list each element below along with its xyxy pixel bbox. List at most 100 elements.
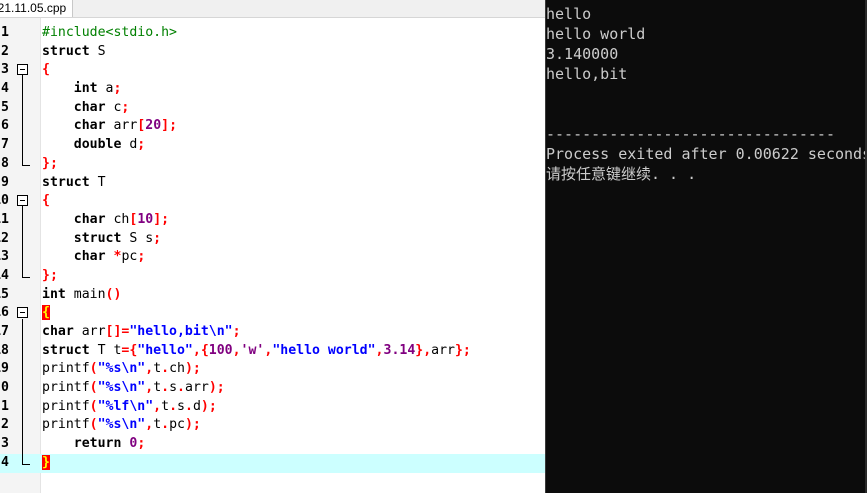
- line-number: 24: [0, 454, 9, 470]
- code-line[interactable]: 15 int main(): [0, 286, 545, 305]
- code-token: pc: [169, 417, 185, 433]
- code-line[interactable]: 19 printf("%s\n",t.ch);: [0, 360, 545, 379]
- code-token: (: [89, 361, 98, 377]
- code-token: "%lf\n": [97, 398, 154, 414]
- code-token: ];: [161, 118, 178, 134]
- code-line[interactable]: 16 {: [0, 304, 545, 323]
- code-token: ,: [375, 342, 384, 358]
- code-line[interactable]: 9 struct T: [0, 174, 545, 193]
- code-token: .: [161, 361, 170, 377]
- code-text: {: [42, 61, 50, 80]
- code-token: );: [208, 380, 225, 396]
- code-token: 20: [145, 118, 162, 134]
- code-text: char arr[]="hello,bit\n";: [42, 323, 241, 342]
- code-text: printf("%s\n",t.s.arr);: [42, 379, 225, 398]
- code-text: char ch[10];: [42, 211, 169, 230]
- console-line: 请按任意键继续. . .: [546, 165, 697, 183]
- console-line: hello,bit: [546, 65, 628, 83]
- code-line[interactable]: 3{: [0, 61, 545, 80]
- code-line[interactable]: 21printf("%lf\n",t.s.d);: [0, 398, 545, 417]
- console-output: hello hello world 3.140000 hello,bit -------…: [546, 4, 867, 184]
- code-token: arr: [105, 118, 138, 134]
- code-token: main: [65, 286, 106, 302]
- code-line[interactable]: 12 struct S s;: [0, 230, 545, 249]
- code-token: t: [153, 380, 162, 396]
- code-token: 3.14: [383, 342, 416, 358]
- code-line[interactable]: 14};: [0, 267, 545, 286]
- code-line[interactable]: 24}: [0, 453, 545, 473]
- line-number: 19: [0, 361, 9, 377]
- code-token: ];: [153, 211, 170, 227]
- fold-collapse-icon[interactable]: [17, 64, 28, 76]
- code-token: {: [42, 193, 50, 209]
- code-token: ,: [153, 398, 162, 414]
- code-token: 100: [208, 342, 233, 358]
- code-editor[interactable]: 021.11.05.cpp 1 #include<stdio.h> 2 struct …: [0, 0, 545, 493]
- code-token: 10: [137, 211, 154, 227]
- code-line[interactable]: 7 double d;: [0, 136, 545, 155]
- code-line[interactable]: 8};: [0, 155, 545, 174]
- line-number: 22: [0, 417, 9, 433]
- code-line[interactable]: 23 return 0;: [0, 435, 545, 454]
- code-line[interactable]: 11 char ch[10];: [0, 211, 545, 230]
- editor-tab-bar: 021.11.05.cpp: [0, 0, 545, 18]
- code-token: t: [153, 361, 162, 377]
- line-number: 23: [0, 436, 9, 452]
- line-number: 15: [0, 286, 9, 302]
- code-line[interactable]: 20 printf("%s\n",t.s.arr);: [0, 379, 545, 398]
- fold-collapse-icon[interactable]: [17, 307, 28, 319]
- code-line[interactable]: 17 char arr[]="hello,bit\n";: [0, 323, 545, 342]
- code-line[interactable]: 18struct T t={"hello",{100,'w',"hello wo…: [0, 342, 545, 361]
- code-token: struct: [42, 43, 90, 59]
- code-line[interactable]: 1 #include<stdio.h>: [0, 24, 545, 43]
- code-text: }: [42, 454, 50, 473]
- line-number: 18: [0, 342, 9, 358]
- code-line[interactable]: 5 char c;: [0, 99, 545, 118]
- code-token: };: [454, 342, 471, 358]
- code-line[interactable]: 10 {: [0, 192, 545, 211]
- code-token: char: [42, 99, 106, 115]
- line-number: 2: [1, 43, 9, 59]
- code-token: char: [42, 118, 106, 134]
- code-text: {: [42, 304, 50, 323]
- code-token: s: [169, 380, 178, 396]
- code-line[interactable]: 22 printf("%s\n",t.pc);: [0, 416, 545, 435]
- code-line[interactable]: 13 char *pc;: [0, 248, 545, 267]
- code-token: 'w': [240, 342, 265, 358]
- code-token: s: [177, 398, 185, 414]
- code-token: struct: [42, 230, 122, 246]
- code-token: ;: [137, 436, 146, 452]
- code-line[interactable]: 6 char arr[20];: [0, 117, 545, 136]
- code-text: printf("%s\n",t.pc);: [42, 416, 201, 435]
- code-line[interactable]: 2 struct S: [0, 43, 545, 62]
- line-number: 16: [0, 305, 9, 321]
- code-token: printf: [42, 417, 90, 433]
- file-tab[interactable]: 021.11.05.cpp: [0, 0, 74, 17]
- code-token: int: [42, 81, 98, 97]
- code-token: t: [153, 417, 162, 433]
- code-token: char: [42, 324, 74, 339]
- console-window[interactable]: hello hello world 3.140000 hello,bit -------…: [545, 0, 867, 493]
- code-area[interactable]: 1 #include<stdio.h> 2 struct S 3{4 int a; 5 c…: [0, 24, 545, 473]
- code-token: pc: [121, 249, 138, 265]
- console-line: 3.140000: [546, 45, 619, 63]
- code-line[interactable]: 4 int a;: [0, 80, 545, 99]
- code-token: "hello world": [272, 342, 376, 358]
- code-token: ,: [145, 380, 154, 396]
- line-number: 14: [0, 267, 9, 283]
- line-number: 9: [1, 174, 9, 190]
- code-text: #include<stdio.h>: [42, 24, 177, 43]
- code-token: S s: [121, 230, 154, 246]
- code-token: ch: [105, 211, 130, 227]
- code-token: .: [177, 380, 185, 396]
- code-text: {: [42, 192, 50, 211]
- code-token: );: [184, 417, 201, 433]
- code-token: int: [42, 286, 66, 302]
- fold-guide: [22, 206, 23, 272]
- console-line: Process exited after 0.00622 seconds wit…: [546, 145, 867, 163]
- fold-collapse-icon[interactable]: [17, 195, 28, 207]
- code-token: []=: [105, 324, 130, 339]
- code-token: arr: [185, 380, 209, 396]
- line-number: 20: [0, 380, 9, 396]
- line-number: 12: [0, 230, 9, 246]
